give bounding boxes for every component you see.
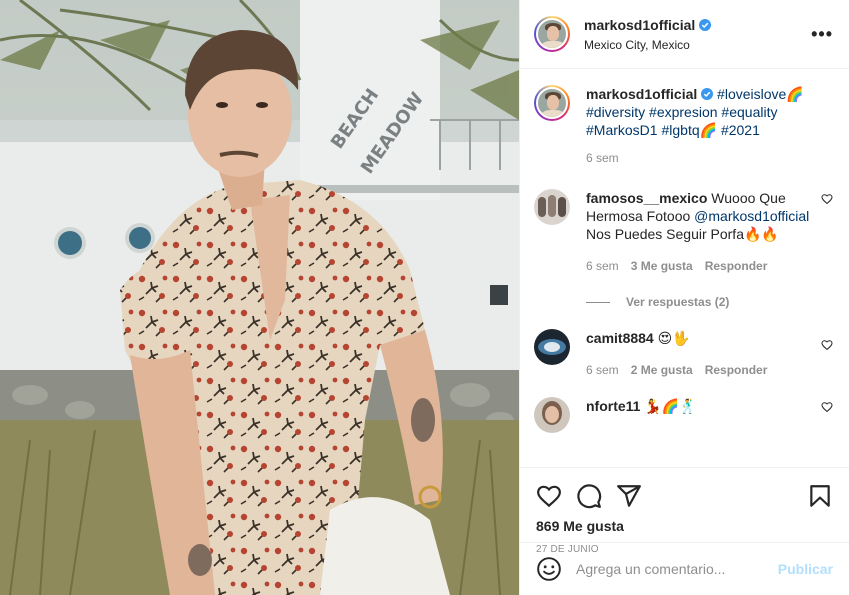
comment-like-heart-icon[interactable] <box>821 401 833 413</box>
post-photo[interactable]: BEACH MEADOW <box>0 0 519 595</box>
comment-like-heart-icon[interactable] <box>821 193 833 205</box>
comment-time[interactable]: 6 sem <box>586 257 619 275</box>
mention-link[interactable]: @markosd1official <box>694 208 809 224</box>
emoji-icon[interactable] <box>536 556 562 582</box>
reply-button[interactable]: Responder <box>705 257 768 275</box>
comment-icon[interactable] <box>576 483 602 509</box>
comment-like-heart-icon[interactable] <box>821 339 833 351</box>
share-icon[interactable] <box>616 483 642 509</box>
comment-row: nforte11 💃🌈🕺 <box>534 397 833 433</box>
hashtag-link[interactable]: #equality <box>721 104 777 120</box>
verified-badge-icon <box>701 88 714 100</box>
caption-row: markosd1official #loveislove🌈 #diversity… <box>534 85 833 167</box>
comment-username[interactable]: nforte11 <box>586 398 640 414</box>
view-replies-label: Ver respuestas (2) <box>626 295 730 309</box>
likes-count[interactable]: 869 Me gusta <box>536 518 833 534</box>
comment-likes[interactable]: 2 Me gusta <box>631 361 693 379</box>
author-avatar[interactable] <box>534 16 570 52</box>
bookmark-icon[interactable] <box>807 483 833 509</box>
post-photo-illustration: BEACH MEADOW <box>0 0 519 595</box>
comments-list: markosd1official #loveislove🌈 #diversity… <box>520 69 849 467</box>
commenter-avatar[interactable] <box>534 329 570 365</box>
post-side-panel: markosd1official Mexico City, Mexico ••• <box>519 0 849 595</box>
hashtag-link[interactable]: #lgbtq🌈 <box>661 122 717 138</box>
more-options-button[interactable]: ••• <box>811 24 833 45</box>
comment-text: 💃🌈🕺 <box>644 398 697 414</box>
heart-icon[interactable] <box>536 483 562 509</box>
caption-time[interactable]: 6 sem <box>586 149 619 167</box>
instagram-post: BEACH MEADOW markosd1official Mexico Cit… <box>0 0 849 595</box>
comment-input[interactable] <box>576 561 778 577</box>
hashtag-link[interactable]: #expresion <box>649 104 718 120</box>
post-location[interactable]: Mexico City, Mexico <box>584 38 811 52</box>
comment-row: famosos__mexico Wuooo Que Hermosa Fotooo… <box>534 189 833 275</box>
caption-avatar[interactable] <box>534 85 570 121</box>
add-comment-bar: Publicar <box>520 542 849 595</box>
comment-likes[interactable]: 3 Me gusta <box>631 257 693 275</box>
comment-time[interactable]: 6 sem <box>586 361 619 379</box>
comment-text: 😍🖖 <box>657 330 690 346</box>
comment-username[interactable]: famosos__mexico <box>586 190 707 206</box>
verified-badge-icon <box>699 18 712 31</box>
hashtag-link[interactable]: #loveislove🌈 <box>717 86 804 102</box>
post-header: markosd1official Mexico City, Mexico ••• <box>520 0 849 69</box>
publish-button[interactable]: Publicar <box>778 561 833 577</box>
reply-button[interactable]: Responder <box>705 361 768 379</box>
comment-text: Nos Puedes Seguir Porfa🔥🔥 <box>586 226 779 242</box>
comment-username[interactable]: camit8884 <box>586 330 654 346</box>
view-replies-button[interactable]: Ver respuestas (2) <box>586 295 833 309</box>
author-username[interactable]: markosd1official <box>584 17 695 33</box>
hashtag-link[interactable]: #diversity <box>586 104 645 120</box>
hashtag-link[interactable]: #MarkosD1 <box>586 122 658 138</box>
commenter-avatar[interactable] <box>534 397 570 433</box>
caption-username[interactable]: markosd1official <box>586 86 697 102</box>
comment-row: camit8884 😍🖖 6 sem 2 Me gusta Responder <box>534 329 833 379</box>
hashtag-link[interactable]: #2021 <box>721 122 760 138</box>
commenter-avatar[interactable] <box>534 189 570 225</box>
